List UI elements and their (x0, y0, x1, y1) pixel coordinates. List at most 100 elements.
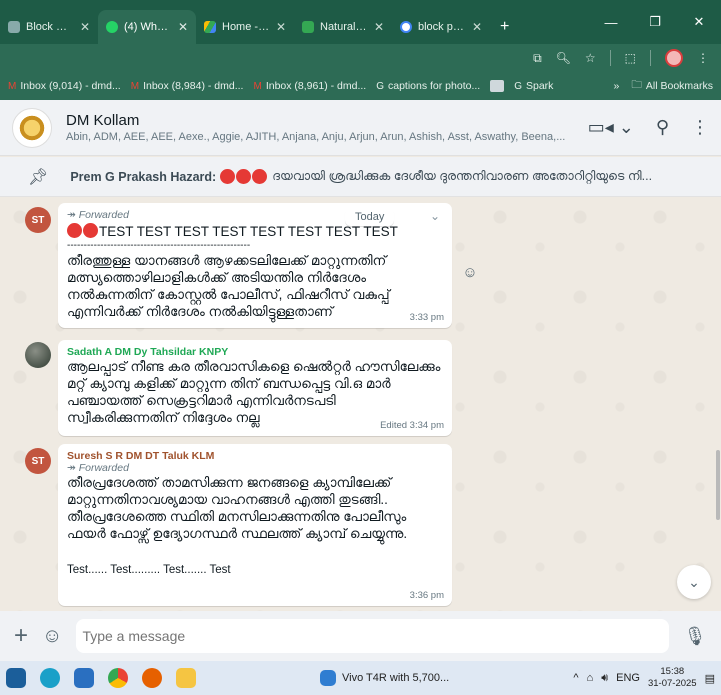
message-bubble[interactable]: Suresh S R DM DT Taluk KLM ↠ Forwarded ത… (58, 444, 452, 606)
profile-avatar[interactable] (665, 49, 683, 67)
sheets-icon (302, 21, 314, 33)
message-bubble[interactable]: Sadath A DM Dy Tahsildar KNPY ആലപ്പാട് ന… (58, 340, 452, 436)
message-input[interactable] (76, 619, 669, 653)
bookmark-spark[interactable]: G Spark (514, 80, 553, 92)
heart-emoji-icon (220, 168, 268, 185)
tab-natural-calamity[interactable]: Natural Calam ✕ (294, 10, 392, 44)
restore-icon[interactable]: ❐ (633, 14, 677, 30)
gmail-icon: M (8, 80, 17, 92)
message-sender[interactable]: Suresh S R DM DT Taluk KLM (67, 450, 443, 462)
avatar[interactable]: ST (25, 207, 51, 233)
close-icon[interactable]: ✕ (178, 20, 188, 34)
message-composer: + ☺ 🎙︎ (0, 611, 721, 661)
calendar-icon[interactable] (74, 668, 94, 688)
start-icon[interactable] (6, 668, 26, 688)
chat-title: DM Kollam (66, 112, 140, 129)
pinned-sender: Prem G Prakash Hazard: (70, 169, 217, 184)
edge-icon[interactable] (40, 668, 60, 688)
divider (650, 50, 651, 66)
extensions-icon[interactable]: ⬚ (625, 51, 636, 65)
clock[interactable]: 15:38 31-07-2025 (648, 666, 697, 690)
tab-label: Block & Panch (26, 21, 74, 33)
language-indicator[interactable]: ENG (616, 672, 640, 684)
pinned-text: ദയവായി ശ്രദ്ധിക്കുക ദേശീയ ദുരന്തനിവാരണ അ… (272, 169, 653, 183)
drive-icon (204, 21, 216, 33)
pinned-message-bar[interactable]: 📌︎ Prem G Prakash Hazard: ദയവായി ശ്രദ്ധി… (0, 157, 721, 197)
taskbar-window-label: Vivo T4R with 5,700... (342, 672, 450, 684)
avatar[interactable] (25, 342, 51, 368)
close-icon[interactable]: ✕ (276, 20, 286, 34)
emoji-icon[interactable]: ☺ (42, 625, 62, 648)
message-text: TEST TEST TEST TEST TEST TEST TEST TEST (99, 224, 398, 239)
close-icon[interactable]: ✕ (374, 20, 384, 34)
minimize-icon[interactable]: — (589, 15, 633, 30)
browser-icon (320, 670, 336, 686)
message-extra: Test...... Test......... Test....... Tes… (67, 564, 231, 576)
search-icon[interactable]: ⚲ (656, 117, 669, 138)
notification-icon[interactable]: ▤ (705, 672, 715, 685)
all-bookmarks-button[interactable]: 🗀 All Bookmarks (631, 77, 713, 95)
tab-whatsapp[interactable]: (4) WhatsApp ✕ (98, 10, 196, 44)
taskbar-window-vivo[interactable]: Vivo T4R with 5,700... (320, 670, 449, 686)
install-app-icon[interactable]: ⧉ (533, 51, 542, 66)
chat-menu-icon[interactable]: ⋮ (691, 117, 709, 138)
close-icon[interactable]: ✕ (472, 20, 482, 34)
site-favicon-icon (8, 21, 20, 33)
clock-time: 15:38 (660, 666, 685, 677)
clock-date: 31-07-2025 (647, 678, 697, 689)
close-window-icon[interactable]: ✕ (677, 14, 721, 30)
microphone-icon[interactable]: 🎙︎ (683, 626, 707, 647)
bookmark-label: Inbox (8,961) - dmd... (265, 80, 367, 92)
bookmark-image[interactable] (490, 80, 505, 92)
chevron-down-icon: ⌄ (688, 573, 700, 590)
tab-label: (4) WhatsApp (124, 21, 172, 33)
message-body: തീരത്തുള്ള യാനങ്ങൾ ആഴക്കടലിലേക്ക് മാറ്റു… (67, 253, 390, 319)
browser-menu-icon[interactable]: ⋮ (697, 51, 709, 65)
tab-block-panchayat-search[interactable]: block panchay ✕ (392, 10, 490, 44)
google-icon: G (376, 80, 384, 92)
zoom-icon[interactable]: 🔍︎ (556, 51, 571, 65)
chat-header[interactable]: DM Kollam Abin, ADM, AEE, AEE, Aexe., Ag… (0, 100, 721, 156)
react-emoji-icon[interactable]: ☺ (459, 261, 481, 283)
scroll-to-bottom-button[interactable]: ⌄ (677, 565, 711, 599)
network-icon[interactable]: ⌂ (587, 672, 594, 684)
bookmark-inbox-3[interactable]: M Inbox (8,961) - dmd... (253, 80, 366, 92)
tray-expand-icon[interactable]: ^ (573, 672, 578, 684)
chevron-down-icon[interactable]: ⌄ (430, 209, 440, 223)
avatar[interactable]: ST (25, 448, 51, 474)
tab-block-panchayat[interactable]: Block & Panch ✕ (0, 10, 98, 44)
message-body: തീരപ്രദേശത്ത് താമസിക്കുന്ന ജനങ്ങളെ ക്യാമ… (67, 475, 408, 541)
video-call-icon[interactable]: ▭◂ ⌄ (588, 117, 634, 138)
volume-icon[interactable]: 🔊︎ (601, 672, 608, 685)
divider (609, 50, 611, 66)
message-time: 3:36 pm (409, 590, 444, 601)
firefox-icon[interactable] (142, 668, 162, 688)
chat-scrollbar[interactable] (716, 450, 720, 520)
new-tab-button[interactable]: + (490, 10, 519, 44)
close-icon[interactable]: ✕ (80, 20, 90, 34)
bookmarks-overflow-button[interactable]: » (614, 80, 620, 92)
attach-plus-icon[interactable]: + (14, 622, 28, 650)
group-avatar[interactable] (12, 107, 52, 148)
message-sender[interactable]: Sadath A DM Dy Tahsildar KNPY (67, 346, 443, 358)
forwarded-label: Forwarded (78, 462, 129, 474)
bookmark-label: Inbox (9,014) - dmd... (20, 80, 121, 92)
group-members: Abin, ADM, AEE, AEE, Aexe., Aggie, AJITH… (66, 131, 566, 143)
chrome-icon[interactable] (108, 668, 128, 688)
bookmark-inbox-2[interactable]: M Inbox (8,984) - dmd... (131, 80, 244, 92)
window-controls: — ❐ ✕ (589, 0, 721, 44)
forward-icon: ↠ (67, 209, 79, 221)
bookmarks-bar: M Inbox (9,014) - dmd... M Inbox (8,984) -… (0, 72, 721, 100)
all-bookmarks-label: All Bookmarks (645, 80, 713, 92)
message-time: 3:33 pm (409, 312, 444, 323)
pin-icon: 📌︎ (28, 168, 49, 186)
tab-label: Natural Calam (320, 21, 368, 33)
folder-icon: 🗀 (631, 79, 642, 91)
bookmark-inbox-1[interactable]: M Inbox (9,014) - dmd... (8, 80, 121, 92)
google-icon: G (514, 80, 522, 92)
tab-google-drive[interactable]: Home - Goog ✕ (196, 10, 294, 44)
bookmark-star-icon[interactable]: ☆ (585, 51, 596, 65)
folder-icon[interactable] (176, 668, 196, 688)
whatsapp-icon (106, 21, 118, 33)
bookmark-captions[interactable]: Gcaptions for photo... (376, 80, 480, 92)
